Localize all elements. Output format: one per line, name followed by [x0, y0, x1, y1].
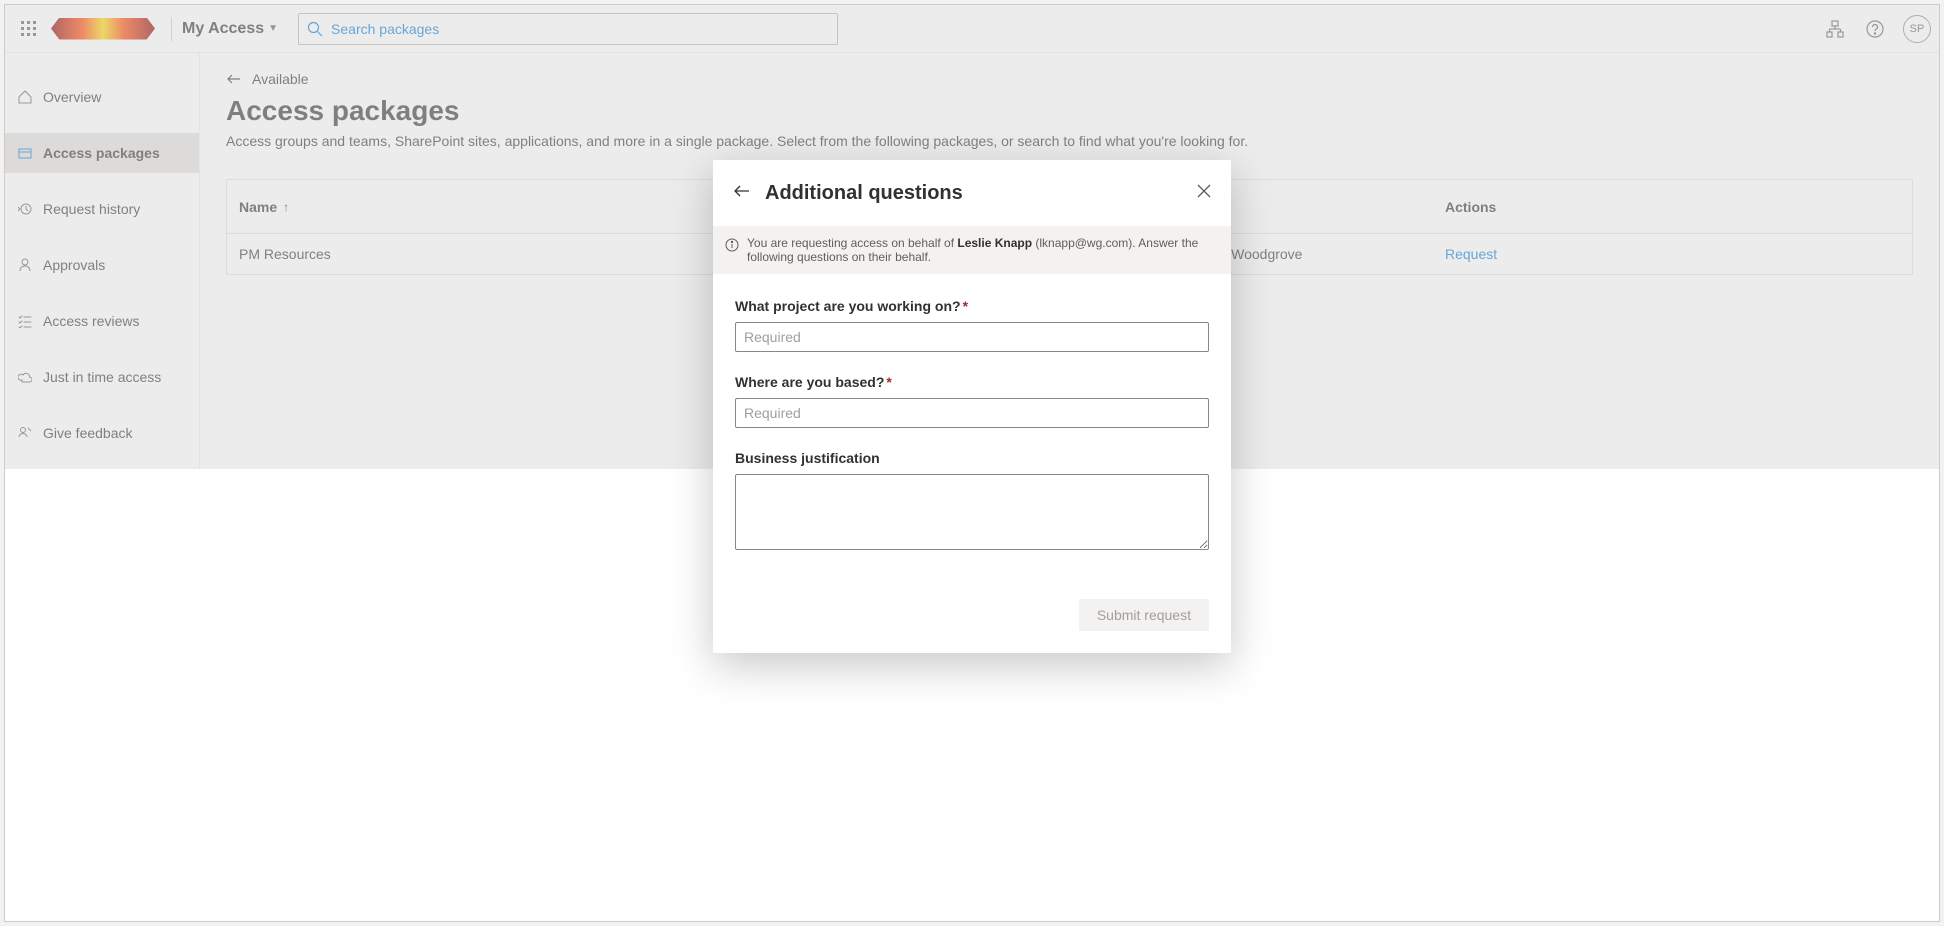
q2-input[interactable]	[735, 398, 1209, 428]
arrow-left-icon	[733, 182, 751, 200]
q1-input[interactable]	[735, 322, 1209, 352]
info-banner: You are requesting access on behalf of L…	[713, 226, 1231, 274]
close-icon	[1197, 184, 1211, 198]
info-text-prefix: You are requesting access on behalf of	[747, 236, 957, 250]
modal-title: Additional questions	[765, 182, 1197, 205]
required-indicator: *	[886, 374, 891, 390]
modal-close-button[interactable]	[1197, 184, 1211, 203]
q2-label: Where are you based?*	[735, 374, 1209, 390]
modal-overlay[interactable]: Additional questions You are requesting …	[5, 5, 1939, 921]
info-text-name: Leslie Knapp	[957, 236, 1032, 250]
q3-textarea[interactable]	[735, 474, 1209, 550]
submit-request-button[interactable]: Submit request	[1079, 599, 1209, 631]
modal-back-button[interactable]	[733, 182, 751, 205]
info-icon	[725, 238, 739, 255]
required-indicator: *	[963, 298, 968, 314]
q3-label: Business justification	[735, 450, 1209, 466]
q1-label: What project are you working on?*	[735, 298, 1209, 314]
modal-dialog: Additional questions You are requesting …	[713, 160, 1231, 653]
